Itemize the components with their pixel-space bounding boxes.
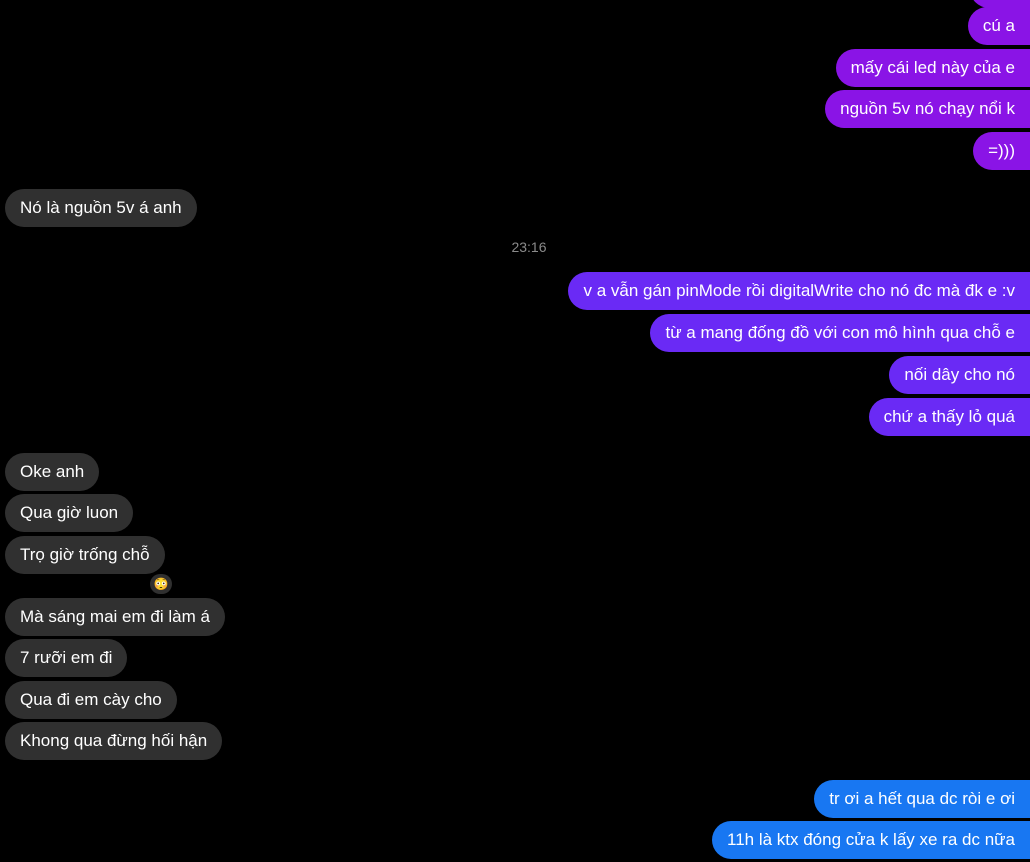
outgoing-message[interactable]: từ a mang đống đồ với con mô hình qua ch… — [650, 314, 1030, 352]
message-text: nguồn 5v nó chạy nổi k — [840, 99, 1015, 118]
outgoing-message[interactable]: 11h là ktx đóng cửa k lấy xe ra dc nữa — [712, 821, 1030, 859]
outgoing-message[interactable]: chứ a thấy lỏ quá — [868, 398, 1030, 436]
message-text: cú a — [982, 16, 1015, 35]
outgoing-message[interactable]: v a vẫn gán pinMode rồi digitalWrite cho… — [568, 272, 1030, 310]
outgoing-message[interactable]: =))) — [973, 132, 1030, 170]
incoming-message[interactable]: Nó là nguồn 5v á anh — [5, 189, 197, 227]
flushed-face-icon[interactable]: 😳 — [150, 574, 172, 594]
message-text: Qua đi em cày cho — [20, 690, 162, 709]
incoming-message[interactable]: Qua giờ luon — [5, 494, 134, 532]
incoming-message[interactable]: Oke anh — [5, 453, 100, 491]
message-text: Khong qua đừng hối hận — [20, 731, 208, 750]
outgoing-message[interactable]: nối dây cho nó — [889, 356, 1030, 394]
message-text: Oke anh — [20, 462, 85, 481]
outgoing-message[interactable]: mấy cái led này của e — [835, 49, 1030, 87]
message-text: từ a mang đống đồ với con mô hình qua ch… — [665, 323, 1015, 342]
incoming-message[interactable]: Mà sáng mai em đi làm á — [5, 598, 225, 636]
message-text: Qua giờ luon — [20, 503, 119, 522]
message-timestamp: 23:16 — [511, 239, 547, 255]
message-text: =))) — [988, 141, 1015, 160]
outgoing-message[interactable]: nguồn 5v nó chạy nổi k — [825, 90, 1030, 128]
reaction-emoji: 😳 — [153, 577, 169, 591]
outgoing-message[interactable]: cú a — [967, 7, 1030, 45]
message-text: Trọ giờ trống chỗ — [20, 545, 150, 564]
message-text: chứ a thấy lỏ quá — [883, 407, 1015, 426]
incoming-message[interactable]: 7 rưỡi em đi — [5, 639, 128, 677]
incoming-message[interactable]: Qua đi em cày cho — [5, 681, 177, 719]
message-text: mấy cái led này của e — [850, 58, 1015, 77]
message-text: 7 rưỡi em đi — [20, 648, 113, 667]
incoming-message[interactable]: Khong qua đừng hối hận — [5, 722, 223, 760]
incoming-message[interactable]: Trọ giờ trống chỗ — [5, 536, 165, 574]
message-text: 11h là ktx đóng cửa k lấy xe ra dc nữa — [727, 830, 1015, 849]
message-text: Nó là nguồn 5v á anh — [20, 198, 182, 217]
message-text: nối dây cho nó — [904, 365, 1015, 384]
message-text: v a vẫn gán pinMode rồi digitalWrite cho… — [583, 281, 1015, 300]
outgoing-message[interactable]: tr ơi a hết qua dc ròi e ơi — [814, 780, 1030, 818]
message-text: Mà sáng mai em đi làm á — [20, 607, 210, 626]
message-text: tr ơi a hết qua dc ròi e ơi — [829, 789, 1015, 808]
